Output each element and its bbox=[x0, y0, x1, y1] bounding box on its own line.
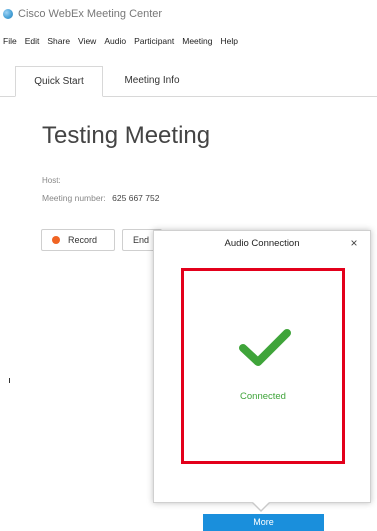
connection-status: Connected bbox=[240, 391, 286, 402]
meeting-number-label: Meeting number: bbox=[42, 193, 106, 203]
tab-meeting-info[interactable]: Meeting Info bbox=[104, 66, 200, 96]
popup-pointer bbox=[253, 502, 269, 510]
record-button[interactable]: Record bbox=[41, 229, 115, 251]
connected-highlight-box: Connected bbox=[181, 268, 345, 464]
record-icon bbox=[52, 236, 60, 244]
menu-share[interactable]: Share bbox=[47, 36, 70, 50]
tab-quick-start[interactable]: Quick Start bbox=[15, 66, 103, 97]
meeting-number-value: 625 667 752 bbox=[112, 193, 160, 203]
popup-title: Audio Connection bbox=[224, 238, 300, 249]
menu-file[interactable]: File bbox=[3, 36, 17, 50]
page-title: Testing Meeting bbox=[42, 122, 211, 149]
menu-edit[interactable]: Edit bbox=[25, 36, 40, 50]
audio-connection-popup: Audio Connection × Connected bbox=[153, 230, 371, 503]
end-button-label: End bbox=[133, 235, 150, 245]
menu-audio[interactable]: Audio bbox=[104, 36, 126, 50]
record-button-label: Record bbox=[68, 235, 98, 245]
tab-bar: Quick Start Meeting Info bbox=[0, 66, 377, 97]
menu-meeting[interactable]: Meeting bbox=[182, 36, 212, 50]
menu-bar: File Edit Share View Audio Participant M… bbox=[0, 36, 243, 50]
menu-view[interactable]: View bbox=[78, 36, 96, 50]
menu-help[interactable]: Help bbox=[221, 36, 238, 50]
webex-logo-icon bbox=[3, 9, 13, 19]
menu-participant[interactable]: Participant bbox=[134, 36, 174, 50]
window-title: Cisco WebEx Meeting Center bbox=[18, 8, 163, 20]
webex-window: Cisco WebEx Meeting Center File Edit Sha… bbox=[0, 0, 377, 531]
checkmark-icon bbox=[239, 329, 291, 366]
host-label: Host: bbox=[42, 176, 61, 185]
close-icon[interactable]: × bbox=[348, 237, 360, 249]
meeting-number: Meeting number: 625 667 752 bbox=[42, 193, 159, 203]
more-button[interactable]: More bbox=[203, 514, 324, 531]
text-cursor bbox=[9, 378, 10, 383]
title-bar: Cisco WebEx Meeting Center bbox=[0, 0, 377, 28]
